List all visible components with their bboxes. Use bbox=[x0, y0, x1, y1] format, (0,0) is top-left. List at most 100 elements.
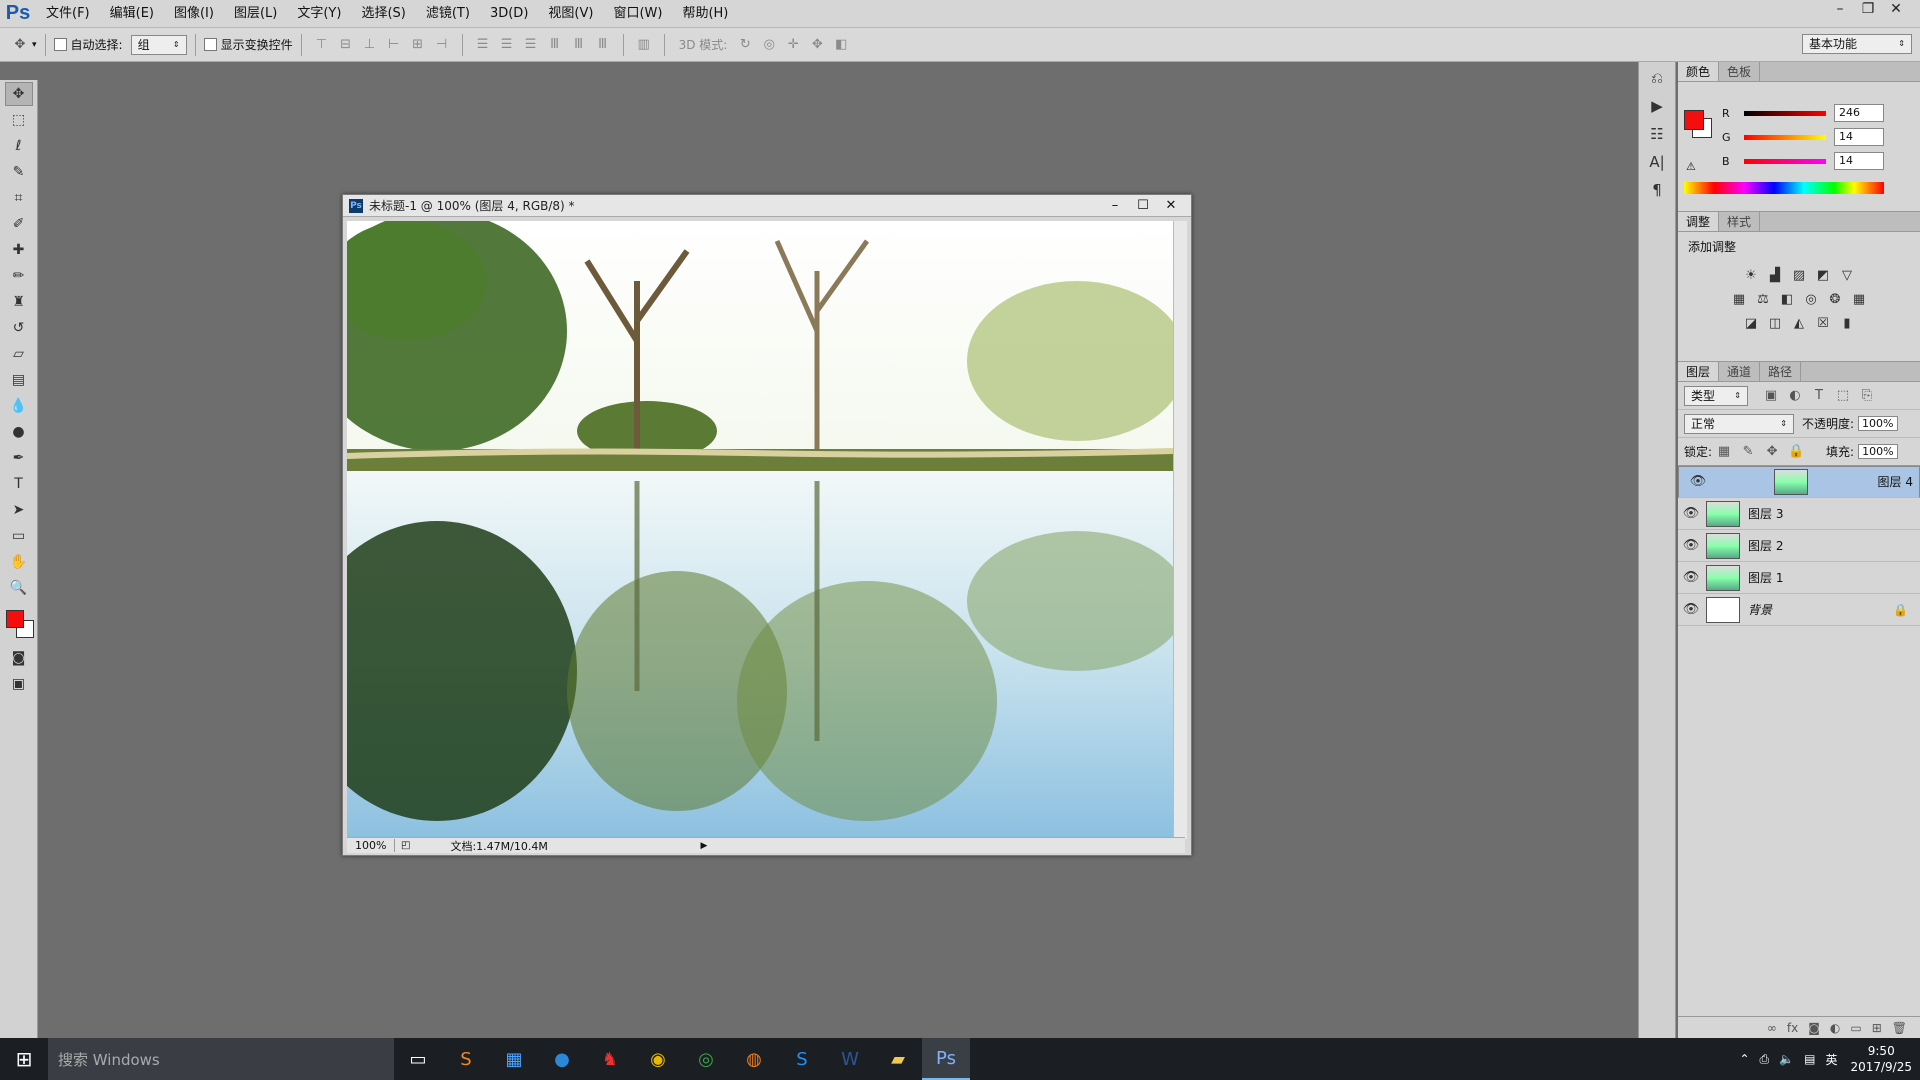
vibrance-icon[interactable]: ▽ bbox=[1837, 265, 1857, 285]
path-select-tool-icon[interactable]: ➤ bbox=[5, 498, 33, 522]
close-icon[interactable]: ✕ bbox=[1882, 0, 1910, 18]
menu-3d[interactable]: 3D(D) bbox=[480, 0, 538, 28]
word-icon[interactable]: W bbox=[826, 1038, 874, 1080]
firefox-icon[interactable]: ◍ bbox=[730, 1038, 778, 1080]
history-brush-tool-icon[interactable]: ↺ bbox=[5, 316, 33, 340]
crop-tool-icon[interactable]: ⌗ bbox=[5, 186, 33, 210]
menu-image[interactable]: 图像(I) bbox=[164, 0, 224, 28]
history-panel-icon[interactable]: ⎌ bbox=[1644, 66, 1670, 90]
opacity-input[interactable]: 100% bbox=[1858, 416, 1898, 431]
blend-mode-dropdown[interactable]: 正常 ⇕ bbox=[1684, 413, 1794, 434]
color-panel-foreground[interactable] bbox=[1684, 110, 1704, 130]
chevron-up-icon[interactable]: ⌃ bbox=[1739, 1052, 1749, 1066]
screen-mode-icon[interactable]: ▣ bbox=[5, 672, 33, 696]
tab-channels[interactable]: 通道 bbox=[1719, 362, 1761, 381]
align-hcenter-icon[interactable]: ⊞ bbox=[409, 36, 427, 54]
b-value-input[interactable]: 14 bbox=[1834, 152, 1884, 170]
menu-layer[interactable]: 图层(L) bbox=[224, 0, 287, 28]
tab-paths[interactable]: 路径 bbox=[1760, 362, 1802, 381]
lasso-tool-icon[interactable]: ℓ bbox=[5, 134, 33, 158]
brightness-icon[interactable]: ☀ bbox=[1741, 265, 1761, 285]
doc-minimize-icon[interactable]: – bbox=[1101, 195, 1129, 217]
eye-icon[interactable]: 👁 bbox=[1678, 506, 1704, 521]
filter-smart-icon[interactable]: ⎘ bbox=[1858, 387, 1876, 405]
invert-icon[interactable]: ◪ bbox=[1741, 313, 1761, 333]
distribute-right-icon[interactable]: Ⅲ bbox=[594, 36, 612, 54]
align-left-icon[interactable]: ⊢ bbox=[385, 36, 403, 54]
align-top-icon[interactable]: ⊤ bbox=[313, 36, 331, 54]
layer-row[interactable]: 👁 图层 2 bbox=[1678, 530, 1920, 562]
auto-select-dropdown[interactable]: 组 ⇕ bbox=[130, 34, 187, 55]
chrome-icon[interactable]: ◉ bbox=[634, 1038, 682, 1080]
new-adjustment-icon[interactable]: ◐ bbox=[1830, 1021, 1840, 1035]
distribute-vcenter-icon[interactable]: ☰ bbox=[498, 36, 516, 54]
eye-icon[interactable]: 👁 bbox=[1685, 473, 1711, 491]
hand-tool-icon[interactable]: ✋ bbox=[5, 550, 33, 574]
filter-adjust-icon[interactable]: ◐ bbox=[1786, 387, 1804, 405]
file-explorer-icon[interactable]: ▰ bbox=[874, 1038, 922, 1080]
layer-filter-dropdown[interactable]: 类型 ⇕ bbox=[1684, 385, 1748, 406]
hue-saturation-icon[interactable]: ▦ bbox=[1729, 289, 1749, 309]
tab-adjustments[interactable]: 调整 bbox=[1678, 212, 1720, 231]
r-value-input[interactable]: 246 bbox=[1834, 104, 1884, 122]
taskbar-search-input[interactable]: 搜索 Windows bbox=[48, 1038, 394, 1080]
marquee-tool-icon[interactable]: ⬚ bbox=[5, 108, 33, 132]
photoshop-taskbar-icon[interactable]: Ps bbox=[922, 1038, 970, 1080]
distribute-hcenter-icon[interactable]: Ⅲ bbox=[570, 36, 588, 54]
curves-icon[interactable]: ▨ bbox=[1789, 265, 1809, 285]
document-titlebar[interactable]: Ps 未标题-1 @ 100% (图层 4, RGB/8) * bbox=[343, 195, 1191, 217]
actions-panel-icon[interactable]: ▶ bbox=[1644, 94, 1670, 118]
r-slider[interactable] bbox=[1744, 110, 1826, 116]
g-slider[interactable] bbox=[1744, 134, 1826, 140]
color-balance-icon[interactable]: ⚖ bbox=[1753, 289, 1773, 309]
vertical-scrollbar[interactable] bbox=[1173, 221, 1187, 839]
align-vcenter-icon[interactable]: ⊟ bbox=[337, 36, 355, 54]
add-mask-icon[interactable]: ◙ bbox=[1808, 1021, 1820, 1035]
filter-shape-icon[interactable]: ⬚ bbox=[1834, 387, 1852, 405]
gradient-tool-icon[interactable]: ▤ bbox=[5, 368, 33, 392]
eye-icon[interactable]: 👁 bbox=[1678, 538, 1704, 553]
exposure-icon[interactable]: ◩ bbox=[1813, 265, 1833, 285]
auto-select-checkbox[interactable] bbox=[53, 38, 67, 51]
gradient-map-icon[interactable]: ▮ bbox=[1837, 313, 1857, 333]
eye-icon[interactable]: 👁 bbox=[1678, 570, 1704, 585]
rectangle-tool-icon[interactable]: ▭ bbox=[5, 524, 33, 548]
network-icon[interactable]: ⎙ bbox=[1760, 1052, 1770, 1067]
fx-icon[interactable]: fx bbox=[1787, 1021, 1798, 1035]
new-group-icon[interactable]: ▭ bbox=[1850, 1021, 1861, 1035]
pen-tool-icon[interactable]: ✒ bbox=[5, 446, 33, 470]
workspace-dropdown[interactable]: 基本功能 ⇕ bbox=[1802, 34, 1912, 54]
tab-swatches[interactable]: 色板 bbox=[1719, 62, 1761, 81]
canvas-image[interactable] bbox=[347, 221, 1173, 839]
delete-layer-icon[interactable]: 🗑 bbox=[1892, 1021, 1907, 1035]
status-menu-arrow-icon[interactable]: ▶ bbox=[700, 841, 707, 851]
color-lookup-icon[interactable]: ▦ bbox=[1849, 289, 1869, 309]
layer-row[interactable]: 👁 图层 4 bbox=[1678, 466, 1920, 498]
threshold-icon[interactable]: ◭ bbox=[1789, 313, 1809, 333]
filter-type-icon[interactable]: T bbox=[1810, 387, 1828, 405]
distribute-bottom-icon[interactable]: ☰ bbox=[522, 36, 540, 54]
selective-color-icon[interactable]: ☒ bbox=[1813, 313, 1833, 333]
menu-type[interactable]: 文字(Y) bbox=[287, 0, 351, 28]
clone-stamp-tool-icon[interactable]: ♜ bbox=[5, 290, 33, 314]
align-bottom-icon[interactable]: ⊥ bbox=[361, 36, 379, 54]
menu-file[interactable]: 文件(F) bbox=[36, 0, 100, 28]
clock[interactable]: 9:50 2017/9/25 bbox=[1850, 1043, 1912, 1075]
zoom-tool-icon[interactable]: 🔍 bbox=[5, 576, 33, 600]
move-tool-icon[interactable]: ✥ bbox=[4, 82, 33, 106]
brush-tool-icon[interactable]: ✏ bbox=[5, 264, 33, 288]
360-browser-icon[interactable]: ◎ bbox=[682, 1038, 730, 1080]
g-value-input[interactable]: 14 bbox=[1834, 128, 1884, 146]
menu-select[interactable]: 选择(S) bbox=[351, 0, 415, 28]
menu-window[interactable]: 窗口(W) bbox=[603, 0, 672, 28]
properties-panel-icon[interactable]: ☷ bbox=[1644, 122, 1670, 146]
browser-icon[interactable]: ● bbox=[538, 1038, 586, 1080]
task-view-icon[interactable]: ▭ bbox=[394, 1038, 442, 1080]
color-spectrum[interactable] bbox=[1684, 182, 1884, 194]
pan-3d-icon[interactable]: ✛ bbox=[784, 36, 802, 54]
doc-close-icon[interactable]: ✕ bbox=[1157, 195, 1185, 217]
store-icon[interactable]: ▦ bbox=[490, 1038, 538, 1080]
character-panel-icon[interactable]: A| bbox=[1644, 150, 1670, 174]
black-white-icon[interactable]: ◧ bbox=[1777, 289, 1797, 309]
lock-all-icon[interactable]: 🔒 bbox=[1787, 443, 1805, 461]
